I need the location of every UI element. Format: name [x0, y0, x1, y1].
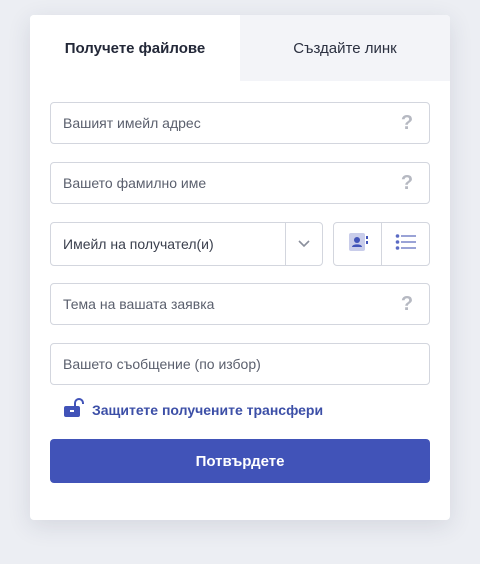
tab-receive-files[interactable]: Получете файлове — [30, 15, 240, 81]
list-button[interactable] — [381, 223, 429, 265]
protect-transfers-link[interactable]: Защитете получените трансфери — [50, 397, 430, 423]
tab-bar: Получете файлове Създайте линк — [30, 15, 450, 81]
email-field[interactable]: Вашият имейл адрес ? — [50, 102, 430, 144]
lastname-placeholder: Вашето фамилно име — [63, 175, 207, 191]
tab-receive-files-label: Получете файлове — [64, 39, 206, 57]
recipients-placeholder: Имейл на получател(и) — [63, 236, 214, 252]
recipients-input[interactable]: Имейл на получател(и) — [50, 222, 323, 266]
contacts-button[interactable] — [334, 223, 381, 265]
transfer-card: Получете файлове Създайте линк Вашият им… — [30, 15, 450, 520]
list-icon — [395, 233, 417, 256]
question-icon[interactable]: ? — [397, 112, 417, 135]
tab-create-link-label: Създайте линк — [293, 39, 397, 57]
email-placeholder: Вашият имейл адрес — [63, 115, 201, 131]
tab-create-link[interactable]: Създайте линк — [240, 15, 450, 81]
question-icon[interactable]: ? — [397, 172, 417, 195]
message-placeholder: Вашето съобщение (по избор) — [63, 356, 261, 372]
confirm-button[interactable]: Потвърдете — [50, 439, 430, 483]
message-field[interactable]: Вашето съобщение (по избор) — [50, 343, 430, 385]
contact-book-icon — [347, 231, 369, 258]
question-icon[interactable]: ? — [397, 293, 417, 316]
protect-transfers-label: Защитете получените трансфери — [92, 402, 324, 418]
unlock-icon — [62, 397, 84, 423]
subject-placeholder: Тема на вашата заявка — [63, 296, 215, 312]
request-form: Вашият имейл адрес ? Вашето фамилно име … — [50, 102, 430, 483]
chevron-down-icon[interactable] — [285, 223, 322, 265]
recipient-source-toggle — [333, 222, 430, 266]
lastname-field[interactable]: Вашето фамилно име ? — [50, 162, 430, 204]
subject-field[interactable]: Тема на вашата заявка ? — [50, 283, 430, 325]
recipients-row: Имейл на получател(и) — [50, 222, 430, 266]
